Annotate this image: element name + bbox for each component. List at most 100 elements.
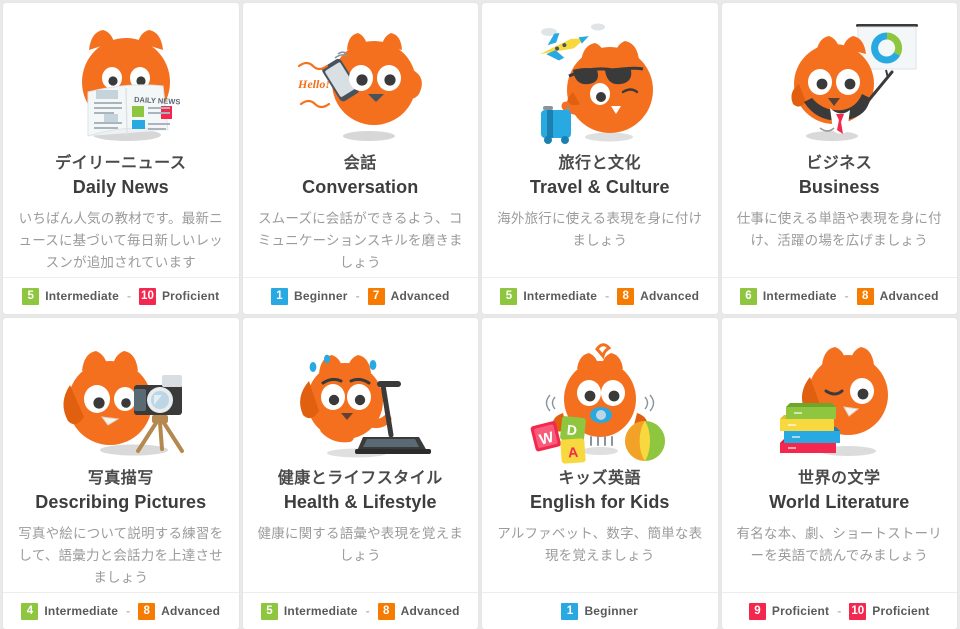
level-name: Advanced: [400, 604, 460, 618]
level-name: Advanced: [390, 289, 450, 303]
level-separator: -: [126, 289, 131, 303]
level-range: 5 Intermediate - 8 Advanced: [482, 277, 718, 314]
card-title-ja: キッズ英語: [558, 470, 641, 487]
svg-text:A: A: [567, 444, 578, 461]
level-badge-min: 6 Intermediate: [739, 287, 837, 305]
course-card-grid: DAILY NEWS デイリーニュース Daily News いちばん人気の教材…: [0, 0, 960, 629]
level-badge-max: 10 Proficient: [138, 287, 219, 305]
card-title-en: Conversation: [302, 176, 419, 197]
course-card-english-for-kids[interactable]: W D A キッズ英語 English for Kids アルファベット、数字、…: [482, 318, 718, 629]
level-name: Advanced: [161, 604, 221, 618]
level-number: 10: [849, 602, 867, 620]
level-number: 8: [856, 287, 874, 305]
level-separator: -: [355, 289, 360, 303]
card-title-ja: 世界の文学: [797, 470, 881, 487]
card-description: 写真や絵について説明する練習をして、語彙力と会話力を上達させましょう: [18, 525, 224, 585]
card-description: 仕事に使える単語や表現を身に付け、活躍の場を広げましょう: [736, 210, 942, 248]
card-title-en: Describing Pictures: [35, 491, 207, 512]
course-card-conversation[interactable]: Hello! 会話 Conversation スムーズに会話ができるよう、コミュ…: [242, 3, 479, 314]
card-body: 旅行と文化 Travel & Culture 海外旅行に使える表現を身に付けまし…: [482, 153, 718, 277]
level-range: 4 Intermediate - 8 Advanced: [3, 592, 239, 629]
level-range: 6 Intermediate - 8 Advanced: [721, 277, 957, 314]
card-title-ja: 旅行と文化: [558, 155, 641, 172]
card-description: スムーズに会話ができるよう、コミュニケーションスキルを磨きましょう: [257, 210, 463, 270]
course-card-describing-pictures[interactable]: 写真描写 Describing Pictures 写真や絵について説明する練習を…: [3, 318, 239, 629]
card-title-ja: 写真描写: [87, 470, 154, 487]
level-separator: -: [837, 604, 842, 618]
card-title-en: Travel & Culture: [529, 176, 670, 197]
card-body: 世界の文学 World Literature 有名な本、劇、ショートストーリーを…: [722, 468, 958, 592]
card-title-en: Business: [798, 176, 880, 197]
card-body: デイリーニュース Daily News いちばん人気の教材です。最新ニュースに基…: [3, 153, 239, 277]
card-description: 健康に関する語彙や表現を覚えましょう: [257, 525, 463, 563]
card-title-ja: 会話: [343, 155, 377, 172]
level-number: 5: [260, 602, 278, 620]
level-name: Advanced: [879, 289, 939, 303]
card-title-ja: デイリーニュース: [55, 155, 187, 172]
level-number: 7: [367, 287, 385, 305]
level-name: Beginner: [584, 604, 639, 618]
level-badge-max: 8 Advanced: [377, 602, 460, 620]
fox-reading-newspaper-icon: DAILY NEWS: [3, 3, 239, 153]
card-title-en: English for Kids: [529, 491, 670, 512]
level-badge-max: 8 Advanced: [138, 602, 221, 620]
level-name: Advanced: [640, 289, 700, 303]
level-number: 10: [138, 287, 156, 305]
level-badge-min: 1 Beginner: [270, 287, 348, 305]
level-separator: -: [365, 604, 370, 618]
level-number: 6: [739, 287, 757, 305]
level-badge-min: 5 Intermediate: [260, 602, 358, 620]
level-badge-max: 10 Proficient: [849, 602, 930, 620]
level-separator: -: [844, 289, 849, 303]
card-title-en: Health & Lifestyle: [283, 491, 437, 512]
course-card-world-literature[interactable]: 世界の文学 World Literature 有名な本、劇、ショートストーリーを…: [721, 318, 958, 629]
level-badge-min: 5 Intermediate: [500, 287, 598, 305]
level-number: 8: [138, 602, 156, 620]
level-badge-min: 1 Beginner: [561, 602, 639, 620]
fox-baby-blocks-ball-icon: W D A: [482, 318, 718, 468]
fox-phone-hello-icon: Hello!: [243, 3, 479, 153]
fox-business-presentation-icon: [722, 3, 958, 153]
level-badge-max: 8 Advanced: [856, 287, 939, 305]
card-body: 健康とライフスタイル Health & Lifestyle 健康に関する語彙や表…: [243, 468, 479, 592]
level-range: 9 Proficient - 10 Proficient: [721, 592, 957, 629]
level-name: Intermediate: [44, 604, 119, 618]
course-card-daily-news[interactable]: DAILY NEWS デイリーニュース Daily News いちばん人気の教材…: [3, 3, 239, 314]
level-number: 1: [270, 287, 288, 305]
level-badge-min: 5 Intermediate: [22, 287, 119, 305]
card-body: キッズ英語 English for Kids アルファベット、数字、簡単な表現を…: [482, 468, 718, 592]
level-number: 5: [500, 287, 518, 305]
svg-text:D: D: [566, 421, 578, 438]
card-title-ja: ビジネス: [806, 155, 873, 172]
level-badge-min: 9 Proficient: [748, 602, 830, 620]
card-title-ja: 健康とライフスタイル: [277, 470, 443, 487]
level-name: Intermediate: [762, 289, 837, 303]
fox-traveler-suitcase-icon: [482, 3, 718, 153]
level-number: 8: [617, 287, 635, 305]
card-title-en: World Literature: [769, 491, 910, 512]
course-card-business[interactable]: ビジネス Business 仕事に使える単語や表現を身に付け、活躍の場を広げまし…: [721, 3, 958, 314]
card-description: 有名な本、劇、ショートストーリーを英語で読んでみましょう: [736, 525, 942, 563]
card-description: いちばん人気の教材です。最新ニュースに基づいて毎日新しいレッスンが追加されていま…: [18, 210, 223, 270]
level-range: 1 Beginner - 7 Advanced: [242, 277, 478, 314]
card-description: アルファベット、数字、簡単な表現を覚えましょう: [497, 525, 703, 563]
level-name: Proficient: [771, 604, 830, 618]
level-name: Intermediate: [283, 604, 358, 618]
level-separator: -: [605, 289, 610, 303]
card-body: 写真描写 Describing Pictures 写真や絵について説明する練習を…: [3, 468, 239, 592]
level-name: Intermediate: [523, 289, 598, 303]
level-name: Proficient: [872, 604, 930, 618]
level-name: Beginner: [293, 289, 348, 303]
course-card-health-lifestyle[interactable]: 健康とライフスタイル Health & Lifestyle 健康に関する語彙や表…: [242, 318, 479, 629]
level-badge-max: 7 Advanced: [367, 287, 450, 305]
level-range: 5 Intermediate - 8 Advanced: [242, 592, 478, 629]
card-description: 海外旅行に使える表現を身に付けましょう: [497, 210, 703, 248]
course-card-travel-culture[interactable]: 旅行と文化 Travel & Culture 海外旅行に使える表現を身に付けまし…: [482, 3, 718, 314]
level-range: 5 Intermediate - 10 Proficient: [3, 277, 239, 314]
fox-books-stack-icon: [722, 318, 958, 468]
level-name: Intermediate: [45, 289, 119, 303]
level-separator: -: [126, 604, 131, 618]
level-number: 1: [561, 602, 579, 620]
level-number: 8: [377, 602, 395, 620]
level-badge-max: 8 Advanced: [617, 287, 700, 305]
